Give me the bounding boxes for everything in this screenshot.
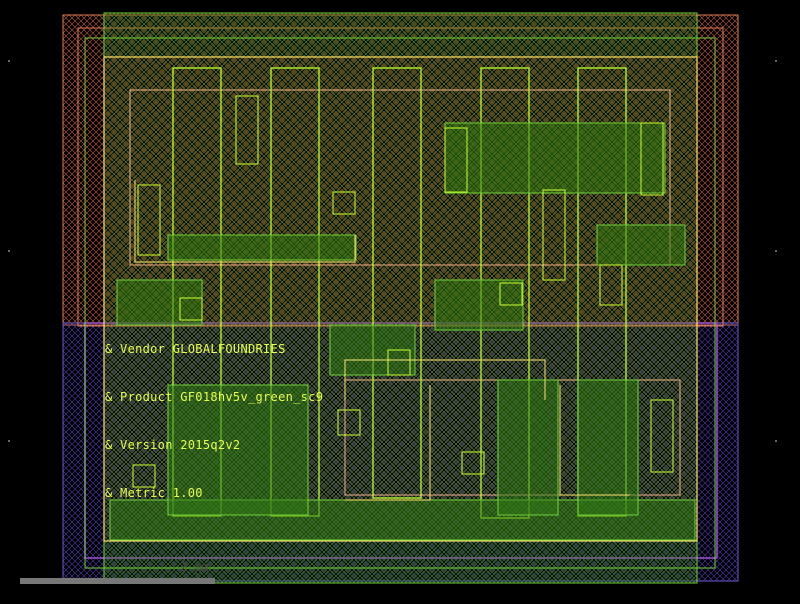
version-label: & Version 2015q2v2 <box>105 438 241 452</box>
scale-label: 2 µm <box>180 560 209 574</box>
product-label: & Product GF018hv5v_green_sc9 <box>105 390 324 404</box>
scale-bar <box>20 578 215 584</box>
layout-viewport[interactable]: & Vendor GLOBALFOUNDRIES & Product GF018… <box>0 0 800 600</box>
vendor-label: & Vendor GLOBALFOUNDRIES <box>105 342 286 356</box>
metric-label: & Metric 1.00 <box>105 486 203 500</box>
layout-canvas <box>8 12 777 584</box>
